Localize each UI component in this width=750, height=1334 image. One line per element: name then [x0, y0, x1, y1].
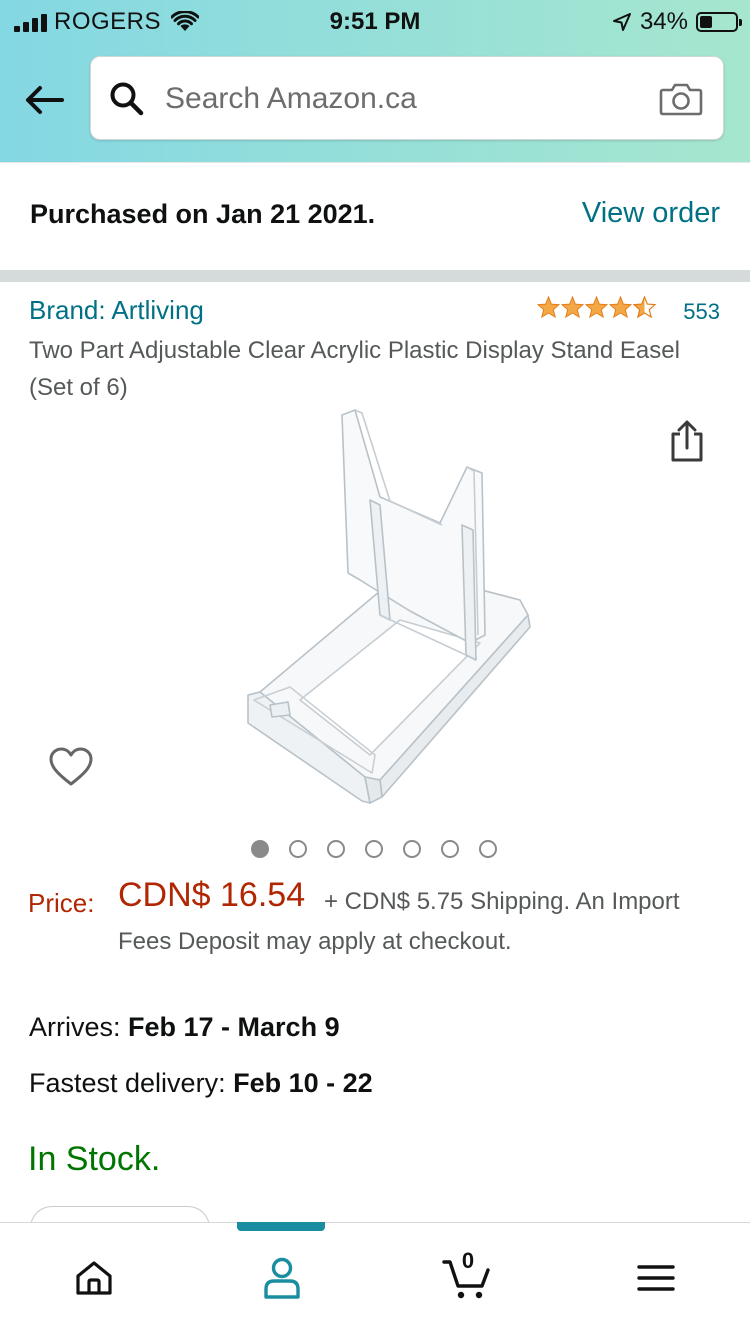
section-divider [0, 270, 750, 282]
active-tab-indicator [237, 1222, 325, 1231]
brand-link[interactable]: Brand: Artliving [29, 295, 204, 326]
home-icon [76, 1261, 112, 1295]
carousel-dot[interactable] [479, 840, 497, 858]
carousel-dot[interactable] [441, 840, 459, 858]
search-bar[interactable] [90, 56, 724, 140]
camera-icon[interactable] [659, 81, 703, 117]
tab-menu[interactable] [626, 1248, 686, 1308]
product-title: Two Part Adjustable Clear Acrylic Plasti… [29, 337, 680, 401]
star-icon [561, 296, 584, 318]
tab-home[interactable] [64, 1248, 124, 1308]
fastest-date: Feb 10 - 22 [233, 1068, 373, 1098]
image-carousel-dots[interactable] [251, 840, 497, 858]
carousel-dot[interactable] [289, 840, 307, 858]
cart-icon [442, 1260, 490, 1299]
price-value: CDN$ 16.54 [118, 876, 306, 914]
carousel-dot[interactable] [403, 840, 421, 858]
shipping-text-line1: + CDN$ 5.75 Shipping. An Import [324, 888, 680, 915]
battery-icon [696, 12, 742, 32]
tab-me[interactable] [252, 1248, 312, 1308]
header: ROGERS 9:51 PM 34% [0, 0, 750, 162]
carousel-dot[interactable] [327, 840, 345, 858]
fastest-label: Fastest delivery: [29, 1068, 234, 1098]
purchase-date-text: Purchased on Jan 21 2021. [30, 199, 376, 229]
star-icon [585, 296, 608, 318]
search-icon [110, 82, 144, 116]
view-order-link[interactable]: View order [582, 197, 720, 230]
shipping-text-line2: Fees Deposit may apply at checkout. [118, 928, 512, 955]
price-label: Price: [28, 888, 95, 918]
share-icon[interactable] [668, 420, 706, 464]
star-rating[interactable] [537, 296, 656, 318]
status-right: 34% [612, 8, 742, 36]
status-bar: ROGERS 9:51 PM 34% [0, 0, 750, 42]
rating-count-link[interactable]: 553 [683, 299, 720, 325]
tab-cart[interactable]: 0 [438, 1248, 498, 1308]
menu-icon [637, 1265, 675, 1291]
stock-status: In Stock. [28, 1140, 161, 1178]
half-star-icon [633, 296, 656, 318]
carousel-dot[interactable] [365, 840, 383, 858]
star-icon [609, 296, 632, 318]
heart-icon[interactable] [48, 746, 94, 788]
user-icon [264, 1257, 300, 1299]
carousel-dot[interactable] [251, 840, 269, 858]
search-input[interactable] [165, 75, 635, 123]
back-arrow-icon[interactable] [22, 78, 66, 122]
arrives-label: Arrives: [29, 1012, 129, 1042]
star-icon [537, 296, 560, 318]
location-icon [612, 13, 631, 31]
arrival-info: Arrives: Feb 17 - March 9 [29, 1012, 340, 1043]
purchase-notice: Purchased on Jan 21 2021. View order [0, 162, 750, 270]
battery-percent: 34% [639, 8, 688, 35]
arrives-date: Feb 17 - March 9 [128, 1012, 340, 1042]
fastest-delivery-info: Fastest delivery: Feb 10 - 22 [29, 1068, 373, 1099]
product-image[interactable] [230, 405, 540, 805]
